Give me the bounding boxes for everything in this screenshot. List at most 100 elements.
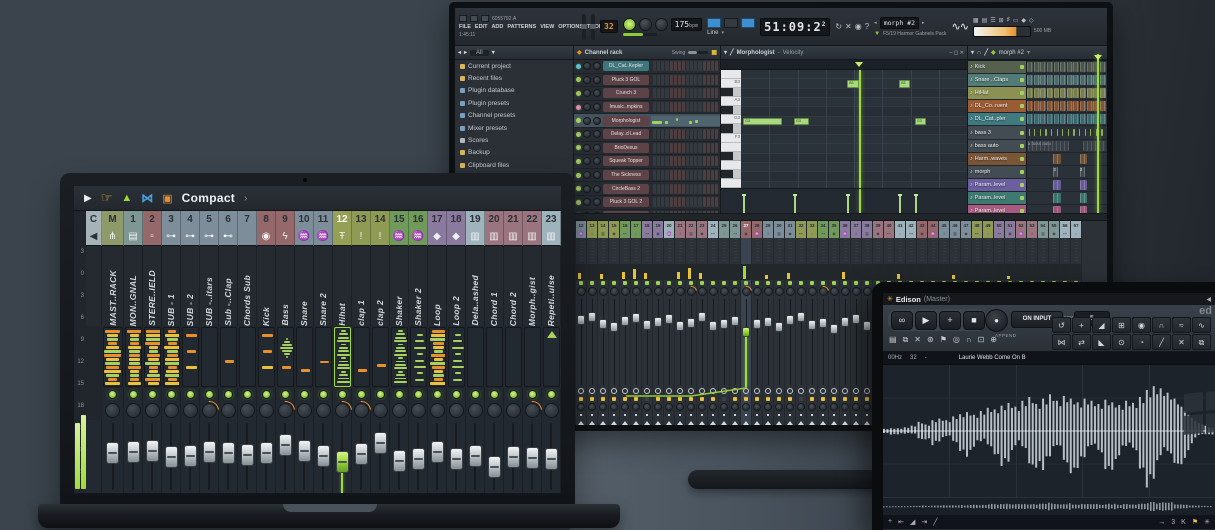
strip-fader[interactable]	[819, 317, 827, 328]
strip-send-circle[interactable]	[697, 387, 707, 395]
piano-keys[interactable]: B3 A3 G3 F3	[721, 70, 741, 189]
master-volume-slider[interactable]	[581, 13, 587, 40]
input-mode[interactable]: Line	[707, 30, 718, 36]
step-cell[interactable]	[669, 129, 673, 140]
tempo-display[interactable]: 175bpm	[670, 17, 703, 31]
pattern-clip[interactable]	[1053, 101, 1060, 112]
step-cell[interactable]	[706, 88, 710, 99]
select-icon[interactable]: ⊡	[978, 335, 985, 345]
pattern-clip[interactable]	[1086, 114, 1093, 125]
step-cell[interactable]	[686, 156, 690, 167]
step-cell[interactable]	[698, 61, 702, 72]
strip-fader[interactable]	[797, 311, 805, 322]
step-cell[interactable]	[681, 61, 685, 72]
strip-send-circle[interactable]	[774, 387, 784, 395]
swing-slider[interactable]	[688, 51, 709, 54]
pan-knob[interactable]	[333, 400, 352, 420]
pattern-clip[interactable]	[1033, 101, 1040, 112]
cut-icon[interactable]: ✕	[914, 335, 921, 345]
frame-icon[interactable]: ▫	[143, 228, 162, 246]
pattern-clip[interactable]	[1040, 62, 1047, 73]
step-cell[interactable]	[673, 197, 677, 208]
pan-knob[interactable]	[504, 400, 523, 420]
strip-plug[interactable]	[576, 395, 586, 403]
step-cell[interactable]	[657, 61, 661, 72]
pattern-clip[interactable]	[1066, 62, 1073, 73]
strip-number[interactable]: 8	[257, 211, 276, 228]
step-cell[interactable]	[694, 88, 698, 99]
volume-fader[interactable]	[411, 448, 425, 471]
strip-number[interactable]: 12	[576, 221, 586, 230]
step-cell[interactable]	[661, 102, 665, 113]
blur-button[interactable]: +	[1072, 317, 1091, 333]
snap-value[interactable]: 3	[1171, 519, 1175, 526]
piano-key[interactable]	[721, 169, 741, 179]
strip-number[interactable]: 19	[466, 211, 485, 228]
step-cell[interactable]	[698, 102, 702, 113]
step-cell[interactable]	[686, 102, 690, 113]
velocity-lane[interactable]	[721, 188, 967, 213]
menu-item[interactable]: VIEW	[540, 24, 554, 30]
step-cell[interactable]	[657, 142, 661, 153]
strip-aux-knob[interactable]	[763, 403, 773, 411]
step-cell[interactable]	[690, 74, 694, 85]
channel-button[interactable]: Squeak Topper	[603, 156, 649, 167]
channel-mute-led[interactable]	[576, 158, 581, 164]
step-cell[interactable]	[657, 156, 661, 167]
strip-fader-zone[interactable]	[587, 297, 597, 387]
step-cell[interactable]	[653, 170, 657, 181]
pan-knob[interactable]	[447, 400, 466, 420]
step-cell[interactable]	[681, 74, 685, 85]
strip-plug[interactable]	[851, 395, 861, 403]
toolbar-icon[interactable]: ▭	[1013, 17, 1019, 24]
channel-mute-led[interactable]	[576, 172, 581, 178]
step-cell[interactable]	[702, 129, 706, 140]
track-name-button[interactable]: ♪ Harm..waves	[968, 152, 1027, 165]
strip-fader[interactable]	[698, 311, 706, 322]
ramp-icon[interactable]: ◢	[910, 518, 915, 526]
strip-aux-knob[interactable]	[576, 403, 586, 411]
strip-number[interactable]: 57	[1071, 221, 1081, 230]
step-cell[interactable]	[710, 102, 714, 113]
strip-number[interactable]: 20	[485, 211, 504, 228]
browser-item[interactable]: Plugin presets	[455, 97, 573, 109]
step-cell[interactable]	[661, 156, 665, 167]
step-sequencer[interactable]	[651, 129, 720, 140]
step-cell[interactable]	[669, 197, 673, 208]
pattern-clip[interactable]	[1060, 88, 1067, 99]
strip-send-circle[interactable]	[686, 387, 696, 395]
strip-number[interactable]: 29	[763, 221, 773, 230]
stop-button[interactable]: ■	[963, 310, 985, 330]
velocity-stem[interactable]	[793, 194, 798, 213]
step-cell[interactable]	[665, 129, 669, 140]
step-cell[interactable]	[657, 102, 661, 113]
channel-button[interactable]: Crunch 3	[603, 88, 649, 99]
step-cell[interactable]	[669, 61, 673, 72]
step-cell[interactable]	[673, 74, 677, 85]
strip-fader[interactable]	[753, 319, 761, 330]
pattern-clip[interactable]	[1100, 88, 1106, 99]
strip-send-circle[interactable]	[829, 387, 839, 395]
step-cell[interactable]	[686, 129, 690, 140]
strip-pan-knob[interactable]	[851, 287, 861, 296]
strip-number[interactable]: 28	[752, 221, 762, 230]
track-name-button[interactable]: ♪ morph	[968, 165, 1027, 178]
strip-send-circle[interactable]	[741, 387, 751, 395]
strip-fader[interactable]	[709, 321, 717, 332]
shuffle-slider[interactable]	[622, 32, 657, 36]
step-cell[interactable]	[681, 142, 685, 153]
step-cell[interactable]	[702, 102, 706, 113]
step-cell[interactable]	[653, 88, 657, 99]
trim-button[interactable]: ✕	[1172, 334, 1191, 350]
channel-pan-knob[interactable]	[583, 157, 591, 166]
strip-plug[interactable]	[774, 395, 784, 403]
strip-send-circle[interactable]	[796, 387, 806, 395]
step-cell[interactable]	[694, 61, 698, 72]
channel-pan-knob[interactable]	[583, 171, 591, 180]
strip-fader[interactable]	[841, 316, 849, 327]
pattern-clip[interactable]	[1053, 75, 1060, 86]
pattern-clip[interactable]	[1046, 75, 1053, 86]
toolbar-icon[interactable]: ▤	[982, 17, 988, 24]
playlist-pattern[interactable]: morph #2	[999, 50, 1024, 56]
step-cell[interactable]	[694, 142, 698, 153]
